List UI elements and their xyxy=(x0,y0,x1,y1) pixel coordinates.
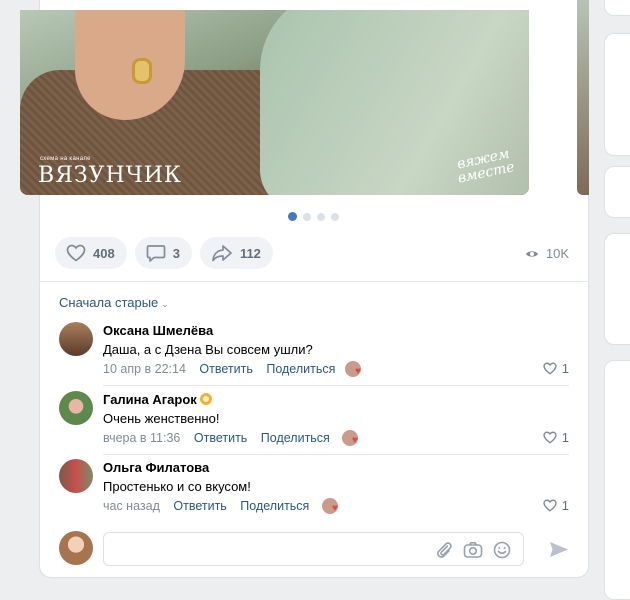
heart-icon: ♥ xyxy=(352,435,358,446)
share-count: 112 xyxy=(239,245,261,261)
photo-ring xyxy=(132,58,152,84)
sort-label: Сначала старые xyxy=(59,295,159,310)
comment-button[interactable]: 3 xyxy=(134,237,192,269)
right-column-card xyxy=(604,233,630,345)
chevron-down-icon: ⌄ xyxy=(161,299,169,309)
comment-author[interactable]: Оксана Шмелёва xyxy=(103,323,213,338)
heart-outline-icon xyxy=(543,362,557,375)
like-button[interactable]: 408 xyxy=(55,237,127,269)
share-link[interactable]: Поделиться xyxy=(266,362,335,376)
comment-time[interactable]: 10 апр в 22:14 xyxy=(103,362,186,376)
comment-text: Даша, а с Дзена Вы совсем ушли? xyxy=(103,342,313,357)
right-column-card xyxy=(604,166,630,218)
verified-badge-icon xyxy=(199,393,212,405)
carousel-dot[interactable] xyxy=(288,212,297,221)
comment-item: Оксана Шмелёва Даша, а с Дзена Вы совсем… xyxy=(59,322,569,386)
paperclip-icon[interactable] xyxy=(435,541,453,559)
views-count: 10K xyxy=(545,246,569,261)
reply-link[interactable]: Ответить xyxy=(173,499,226,513)
comment-item: Ольга Филатова Простенько и со вкусом! ч… xyxy=(59,459,569,523)
comment-text: Простенько и со вкусом! xyxy=(103,479,251,494)
divider xyxy=(103,454,569,455)
avatar[interactable] xyxy=(59,459,93,493)
heart-outline-icon xyxy=(66,244,86,262)
comment-icon xyxy=(146,244,166,262)
comment-like-count: 1 xyxy=(561,361,569,376)
carousel-dot[interactable] xyxy=(317,213,325,221)
reply-link[interactable]: Ответить xyxy=(199,362,252,376)
smile-icon[interactable] xyxy=(493,541,511,559)
reply-link[interactable]: Ответить xyxy=(194,431,247,445)
carousel-dot[interactable] xyxy=(303,213,311,221)
heart-outline-icon xyxy=(543,431,557,444)
comment-meta: час назад Ответить Поделиться xyxy=(103,499,319,513)
carousel-dots xyxy=(288,212,339,221)
comment-like-button[interactable]: 1 xyxy=(543,361,569,376)
author-reaction-avatar: ♥ xyxy=(322,498,338,514)
divider xyxy=(103,385,569,386)
post-actions: 408 3 112 xyxy=(55,237,273,269)
right-column-card xyxy=(604,33,630,156)
post-photo[interactable]: схема на канале ВЯЗУНЧИК вяжем вместе xyxy=(20,10,529,195)
heart-icon: ♥ xyxy=(332,503,338,514)
heart-icon: ♥ xyxy=(355,366,361,377)
eye-icon xyxy=(525,250,538,257)
photo-brand-caption: схема на канале xyxy=(40,156,91,162)
share-arrow-icon xyxy=(212,245,232,262)
comments-sort-dropdown[interactable]: Сначала старые ⌄ xyxy=(59,295,169,310)
comment-meta: вчера в 11:36 Ответить Поделиться xyxy=(103,431,340,445)
comment-input[interactable] xyxy=(103,532,524,566)
avatar[interactable] xyxy=(59,391,93,425)
comment-count: 3 xyxy=(172,245,180,261)
comment-time[interactable]: час назад xyxy=(103,499,160,513)
author-reaction-avatar: ♥ xyxy=(342,430,358,446)
comment-time[interactable]: вчера в 11:36 xyxy=(103,431,180,445)
share-button[interactable]: 112 xyxy=(199,237,273,269)
composer-icons xyxy=(435,541,511,559)
right-column-card xyxy=(604,0,630,16)
comment-like-button[interactable]: 1 xyxy=(543,430,569,445)
comment-like-count: 1 xyxy=(561,430,569,445)
send-icon[interactable] xyxy=(548,540,570,559)
comment-like-count: 1 xyxy=(561,498,569,513)
like-count: 408 xyxy=(93,245,115,261)
comment-text: Очень женственно! xyxy=(103,411,220,426)
comment-meta: 10 апр в 22:14 Ответить Поделиться xyxy=(103,362,345,376)
divider xyxy=(39,281,589,282)
views-counter: 10K xyxy=(525,246,569,261)
share-link[interactable]: Поделиться xyxy=(261,431,330,445)
heart-outline-icon xyxy=(543,499,557,512)
share-link[interactable]: Поделиться xyxy=(240,499,309,513)
comment-author[interactable]: Ольга Филатова xyxy=(103,460,209,475)
camera-icon[interactable] xyxy=(463,541,483,559)
comment-item: Галина Агарок Очень женственно! вчера в … xyxy=(59,391,569,455)
current-user-avatar[interactable] xyxy=(59,531,93,565)
photo-brand-logo: ВЯЗУНЧИК xyxy=(38,163,182,188)
carousel-dot[interactable] xyxy=(331,213,339,221)
right-column-card xyxy=(604,360,630,600)
avatar[interactable] xyxy=(59,322,93,356)
comment-author[interactable]: Галина Агарок xyxy=(103,392,212,407)
author-reaction-avatar: ♥ xyxy=(345,361,361,377)
next-photo-peek[interactable] xyxy=(577,0,589,195)
comment-like-button[interactable]: 1 xyxy=(543,498,569,513)
